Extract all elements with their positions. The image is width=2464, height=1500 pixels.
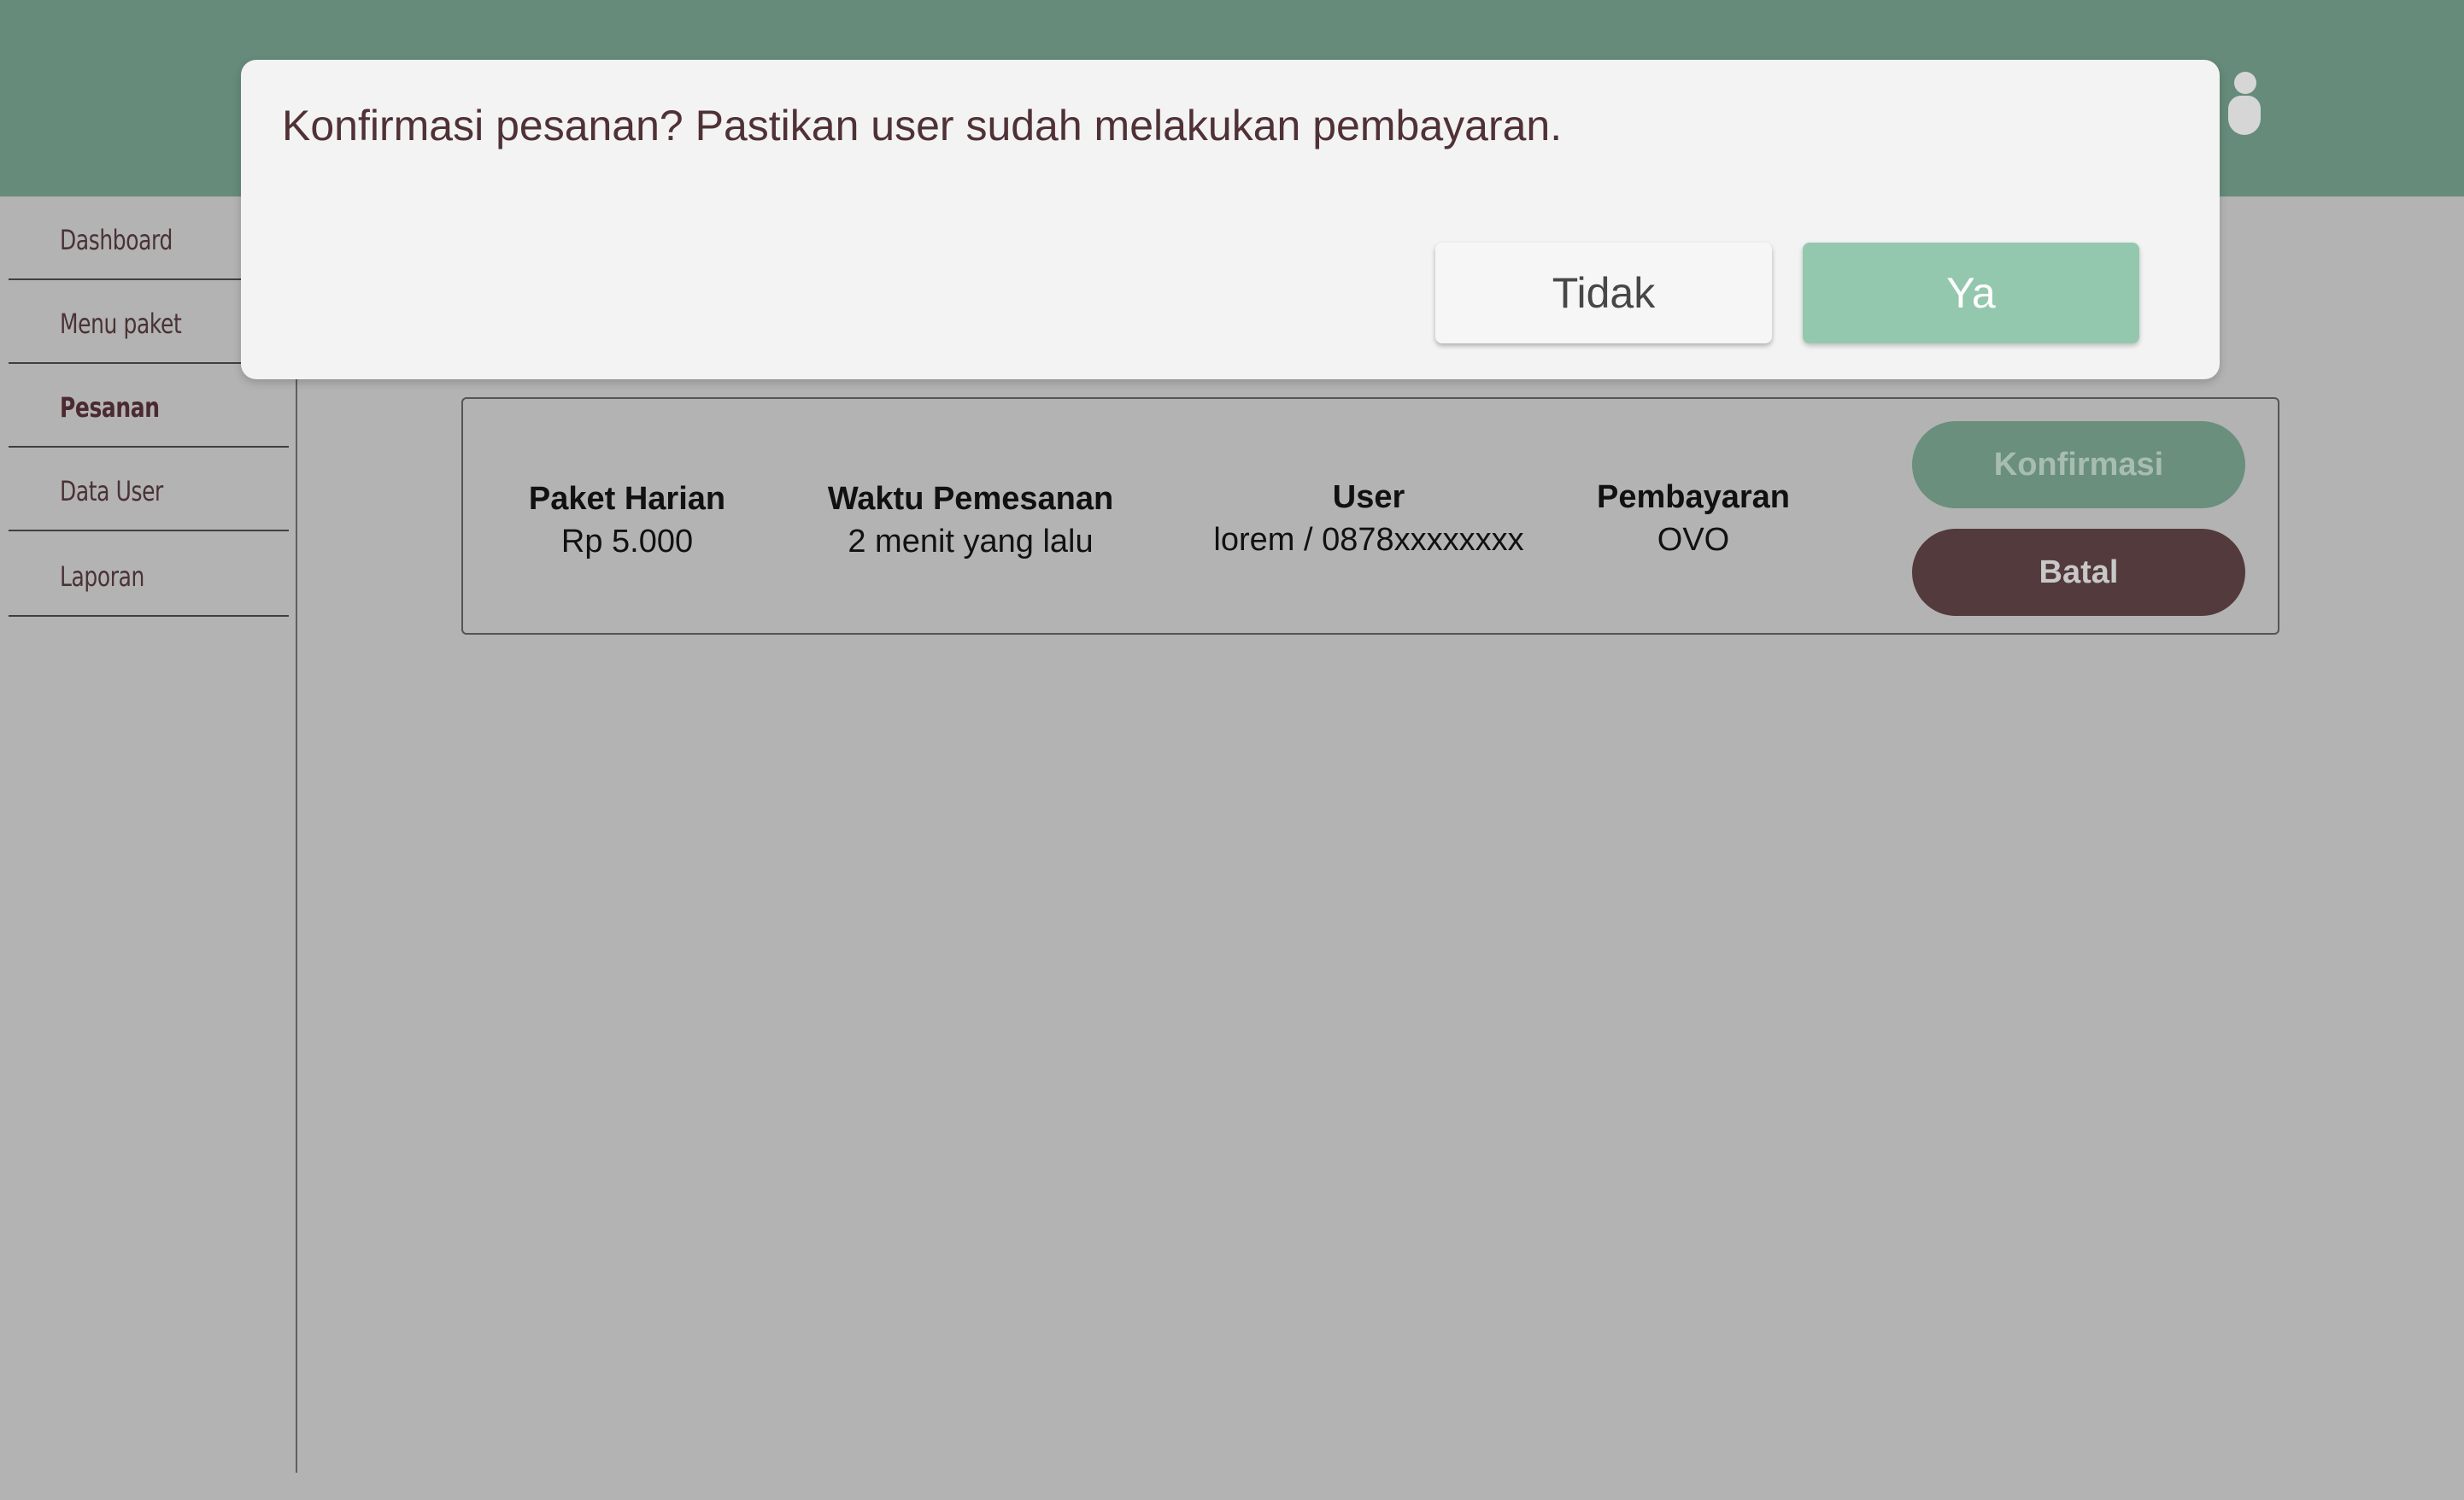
user-icon[interactable]	[2226, 72, 2262, 135]
user-icon-body	[2228, 96, 2261, 135]
order-time-value: 2 menit yang lalu	[848, 524, 1094, 560]
sidebar-item-label: Dashboard	[60, 224, 173, 256]
sidebar-item-label: Pesanan	[60, 391, 160, 424]
confirmation-dialog: Konfirmasi pesanan? Pastikan user sudah …	[241, 60, 2220, 379]
sidebar: Dashboard Menu paket Pesanan Data User L…	[0, 196, 297, 1473]
package-column: Paket Harian Rp 5.000	[499, 478, 755, 563]
yes-button[interactable]: Ya	[1803, 243, 2139, 343]
payment-column: Pembayaran OVO	[1565, 476, 1822, 561]
sidebar-item-data-user[interactable]: Data User	[9, 448, 289, 531]
payment-value: OVO	[1657, 522, 1730, 558]
sidebar-item-label: Menu paket	[60, 308, 182, 340]
package-price: Rp 5.000	[560, 524, 694, 560]
dialog-message: Konfirmasi pesanan? Pastikan user sudah …	[282, 102, 1563, 149]
sidebar-item-label: Laporan	[60, 560, 144, 593]
no-button[interactable]: Tidak	[1435, 243, 1772, 343]
order-time-column: Waktu Pemesanan 2 menit yang lalu	[791, 478, 1150, 563]
order-card: Paket Harian Rp 5.000 Waktu Pemesanan 2 …	[461, 397, 2279, 635]
cancel-order-button[interactable]: Batal	[1912, 529, 2245, 616]
user-value: lorem / 0878xxxxxxxx	[1213, 522, 1524, 558]
sidebar-item-laporan[interactable]: Laporan	[9, 533, 289, 617]
user-label: User	[1332, 479, 1405, 515]
package-label: Paket Harian	[528, 481, 726, 517]
confirm-order-button[interactable]: Konfirmasi	[1912, 421, 2245, 508]
user-column: User lorem / 0878xxxxxxxx	[1189, 476, 1548, 561]
payment-label: Pembayaran	[1596, 479, 1790, 515]
user-icon-head	[2234, 72, 2256, 94]
order-time-label: Waktu Pemesanan	[827, 481, 1114, 517]
sidebar-item-label: Data User	[60, 475, 163, 507]
